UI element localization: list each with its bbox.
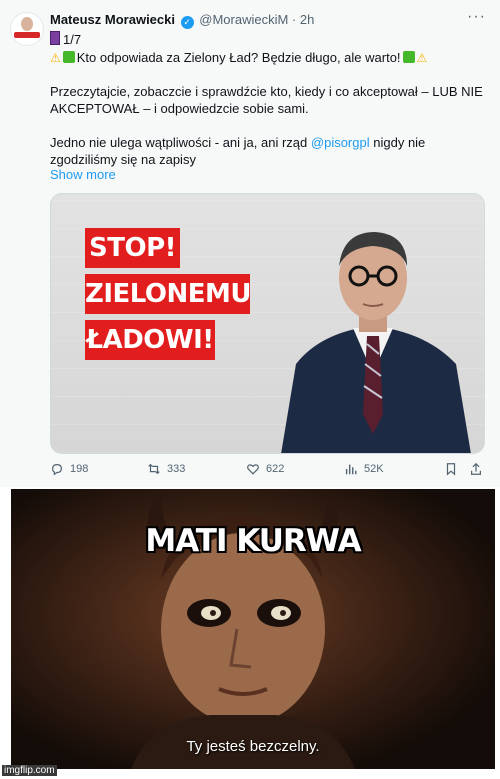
green-square-emoji-icon — [402, 51, 415, 63]
tweet-media-image[interactable]: STOP! ZIELONEMU ŁADOWI! — [50, 193, 485, 454]
tweet-text-para2-line1: Przeczytajcie, zobaczcie i sprawdźcie kt… — [50, 84, 483, 99]
author-handle[interactable]: @MorawieckiM — [199, 12, 288, 27]
book-emoji-icon — [50, 31, 60, 45]
meme-subtitle: Ty jesteś bezczelny. — [186, 738, 320, 755]
views-count: 52K — [364, 463, 384, 475]
bookmark-button[interactable] — [444, 462, 458, 476]
tweet-text-para3-before: Jedno nie ulega wątpliwości - ani ja, an… — [50, 135, 308, 150]
share-button[interactable] — [469, 462, 483, 476]
thread-index: 1/7 — [63, 32, 82, 47]
tweet-text-para3-after: nigdy nie — [373, 135, 426, 150]
header-separator: · — [291, 12, 297, 27]
author-name[interactable]: Mateusz Morawiecki — [50, 12, 175, 27]
tweet-text-line1: Kto odpowiada za Zielony Ład? Będzie dłu… — [76, 50, 401, 65]
mention-link[interactable]: @pisorgpl — [311, 135, 370, 150]
verified-badge-icon: ✓ — [180, 16, 194, 29]
thread-index-line: 1/7 — [50, 31, 81, 48]
avatar-face — [21, 17, 33, 31]
reply-button[interactable]: 198 — [50, 462, 88, 476]
tweet-line-1: ⚠ Kto odpowiada za Zielony Ład? Będzie dł… — [50, 49, 427, 67]
meme-image: MATI KURWA Ty jesteś bezczelny. — [11, 489, 495, 769]
card-text-zielonemu: ZIELONEMU — [85, 274, 252, 314]
tweet-actions-bar: 198 333 622 52K — [50, 462, 481, 480]
heart-icon — [247, 464, 259, 475]
reply-icon — [52, 464, 62, 476]
like-count: 622 — [266, 463, 285, 475]
green-square-emoji-icon — [62, 51, 75, 63]
card-text-ladowi: ŁADOWI! — [85, 320, 215, 360]
warning-emoji-icon: ⚠ — [416, 51, 428, 65]
tweet-text-para2-line2: AKCEPTOWAŁ – i odpowiedzcie sobie sami. — [50, 101, 309, 116]
reply-count: 198 — [70, 463, 89, 475]
more-options-icon[interactable]: ··· — [467, 8, 486, 26]
avatar-badge — [14, 32, 40, 38]
share-icon — [471, 462, 481, 475]
retweet-button[interactable]: 333 — [147, 462, 185, 476]
views-button[interactable]: 52K — [344, 462, 384, 476]
author-avatar[interactable] — [10, 12, 44, 46]
card-text-stop: STOP! — [85, 228, 180, 268]
tweet-timestamp[interactable]: 2h — [300, 12, 314, 27]
like-button[interactable]: 622 — [246, 462, 284, 476]
meme-caption: MATI KURWA — [145, 523, 361, 559]
retweet-count: 333 — [167, 463, 186, 475]
show-more-link[interactable]: Show more — [50, 166, 116, 183]
bookmark-icon — [446, 463, 456, 476]
tweet-header: Mateusz Morawiecki ✓ @MorawieckiM · 2h — [50, 12, 314, 29]
politician-portrait — [281, 232, 471, 453]
retweet-icon — [148, 463, 160, 475]
tweet-card[interactable]: Mateusz Morawiecki ✓ @MorawieckiM · 2h ·… — [0, 0, 500, 487]
imgflip-watermark: imgflip.com — [2, 765, 57, 776]
views-chart-icon — [345, 464, 357, 475]
tweet-text-para3-line1: Jedno nie ulega wątpliwości - ani ja, an… — [50, 134, 425, 151]
warning-emoji-icon: ⚠ — [50, 51, 61, 65]
